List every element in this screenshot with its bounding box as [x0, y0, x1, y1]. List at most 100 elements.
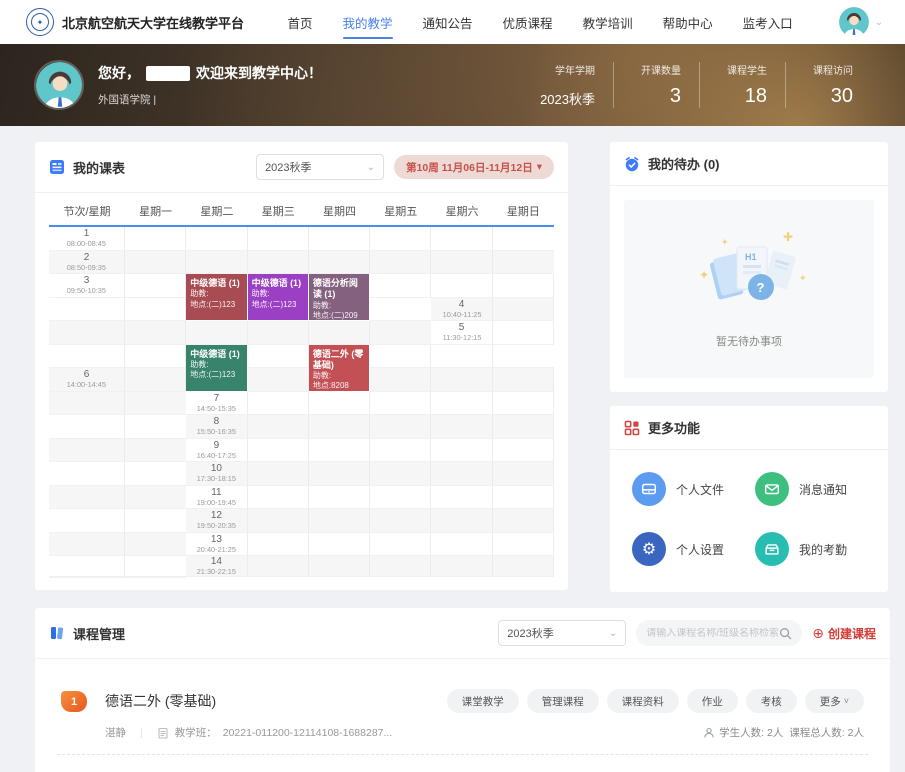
course-row: 1 德语二外 (零基础) 课堂教学 管理课程 课程资料 作业 考核 更多 ˅: [57, 667, 868, 754]
timetable-cell: [248, 533, 309, 557]
timetable-cell: [49, 392, 125, 416]
timetable-course-block[interactable]: 中级德语 (1)助教:地点:(二)123: [186, 274, 246, 320]
class-code: 20221-011200-12114108-1688287...: [223, 727, 393, 739]
timetable-slot-label: 511:30-12:15: [431, 321, 492, 345]
timetable-slot-label: 309:50-10:35: [49, 274, 125, 298]
timetable-cell: [309, 227, 370, 251]
timetable-cell: [431, 533, 492, 557]
timetable-cell: [309, 533, 370, 557]
students-count: 学生人数: 2人: [703, 725, 783, 740]
timetable-cell: [248, 462, 309, 486]
timetable-cell: [370, 439, 431, 463]
action-assessment-button[interactable]: 考核: [746, 689, 797, 713]
nav-item-home[interactable]: 首页: [288, 0, 313, 45]
timetable-course-block[interactable]: 中级德语 (1)助教:地点:(二)123: [248, 274, 308, 320]
banner-stats: 学年学期 2023秋季 开课数量 3 课程学生 18 课程访问 30: [522, 62, 871, 108]
more-item-personal-files[interactable]: 个人文件: [632, 472, 755, 506]
timetable-course-block[interactable]: 中级德语 (1)助教:地点:(二)123: [186, 345, 246, 391]
timetable-cell: [49, 439, 125, 463]
todo-empty-state: H1 ? ✦ ✦ ✚ ✦ 暂无待办事项: [624, 200, 874, 378]
course-row: 2 德语分析阅读 (1) 课堂教学 管理课程 课程资料 作业 考核 更多 ˅: [57, 754, 868, 772]
timetable-cell: [49, 577, 125, 578]
action-manage-course-button[interactable]: 管理课程: [527, 689, 599, 713]
avatar-caret-icon[interactable]: ⌄: [875, 17, 883, 28]
nav-item-proctor-entry[interactable]: 监考入口: [743, 0, 793, 45]
search-icon[interactable]: [779, 627, 792, 640]
more-functions-title: 更多功能: [648, 418, 700, 437]
nav-item-my-teaching[interactable]: 我的教学: [343, 0, 393, 45]
nav-item-quality-courses[interactable]: 优质课程: [503, 0, 553, 45]
timetable-cell: [125, 345, 186, 369]
caret-down-icon: ▾: [537, 161, 542, 173]
timetable-slot-label: 916:40-17:25: [186, 439, 247, 463]
course-actions: 课堂教学 管理课程 课程资料 作业 考核 更多 ˅: [447, 689, 864, 713]
redacted-username: [146, 66, 190, 81]
timetable-cell: [431, 345, 492, 369]
course-title[interactable]: 德语二外 (零基础): [105, 691, 216, 711]
timetable-cell: [370, 462, 431, 486]
svg-text:✦: ✦: [699, 268, 709, 282]
timetable-cell: [125, 439, 186, 463]
course-management-title: 课程管理: [73, 624, 125, 643]
nav-item-help-center[interactable]: 帮助中心: [663, 0, 713, 45]
action-homework-button[interactable]: 作业: [687, 689, 738, 713]
todo-title: 我的待办 (0): [648, 154, 720, 173]
timetable-col-header: 节次/星期: [49, 197, 125, 227]
timetable-cell: [493, 227, 554, 251]
nav-item-training[interactable]: 教学培训: [583, 0, 633, 45]
total-count: 课程总人数: 2人: [789, 725, 864, 740]
alarm-check-icon: [624, 156, 640, 172]
gear-icon: ⚙: [632, 532, 666, 566]
more-item-personal-settings[interactable]: ⚙ 个人设置: [632, 532, 755, 566]
banner-avatar: [34, 60, 84, 110]
timetable-cell: [493, 392, 554, 416]
timetable-cell: [309, 321, 370, 345]
divider: |: [140, 727, 143, 739]
user-avatar[interactable]: [839, 7, 869, 37]
timetable-cell: [493, 274, 554, 298]
timetable-cell: [186, 227, 247, 251]
grid-icon: [624, 420, 640, 436]
course-index-badge: 1: [61, 691, 87, 712]
timetable-cell: [370, 415, 431, 439]
term-select[interactable]: 2023秋季 ⌄: [256, 154, 384, 180]
nav-menu: 首页 我的教学 通知公告 优质课程 教学培训 帮助中心 监考入口: [288, 0, 793, 45]
todo-header: 我的待办 (0): [610, 142, 888, 186]
more-item-notifications[interactable]: 消息通知: [755, 472, 878, 506]
course-search[interactable]: [636, 620, 802, 646]
timetable-cell: [431, 227, 492, 251]
timetable-cell: [248, 321, 309, 345]
timetable-cell: [370, 227, 431, 251]
week-range-pill[interactable]: 第10周 11月06日-11月12日 ▾: [394, 155, 554, 179]
more-functions-grid: 个人文件 消息通知 ⚙ 个人设置 我的考勤: [610, 450, 888, 592]
timetable-cell: [248, 556, 309, 577]
timetable-course-block[interactable]: 德语分析阅读 (1)助教:地点:(二)209: [309, 274, 369, 320]
timetable-cell: [125, 556, 186, 577]
timetable-cell: [370, 486, 431, 510]
timetable-slot-label: 1421:30-22:15: [186, 556, 247, 577]
create-course-button[interactable]: ⊕ 创建课程: [812, 625, 876, 642]
timetable-course-block[interactable]: 德语二外 (零基础)助教:地点:8208: [309, 345, 369, 391]
timetable-cell: [493, 462, 554, 486]
timetable-slot-label: 1119:00-19:45: [186, 486, 247, 510]
file-drawer-icon: [632, 472, 666, 506]
stat-term: 学年学期 2023秋季: [522, 62, 613, 108]
timetable-cell: [125, 577, 186, 578]
timetable-cell: [125, 415, 186, 439]
action-classroom-teaching-button[interactable]: 课堂教学: [447, 689, 519, 713]
todo-empty-text: 暂无待办事项: [716, 333, 782, 349]
action-more-button[interactable]: 更多 ˅: [805, 689, 864, 713]
timetable-cell: [49, 345, 125, 369]
more-item-my-attendance[interactable]: 我的考勤: [755, 532, 878, 566]
course-term-select[interactable]: 2023秋季 ⌄: [498, 620, 626, 646]
action-course-materials-button[interactable]: 课程资料: [607, 689, 679, 713]
banner-texts: 您好， 欢迎来到教学中心！ 外国语学院 |: [98, 63, 322, 107]
attendance-box-icon: [755, 532, 789, 566]
timetable-cell: [49, 533, 125, 557]
course-teacher: 湛静: [105, 725, 126, 740]
nav-item-notices[interactable]: 通知公告: [423, 0, 473, 45]
timetable-cell: [309, 462, 370, 486]
timetable-cell: [248, 509, 309, 533]
brand: ✦ 北京航空航天大学在线教学平台: [26, 8, 244, 36]
course-search-input[interactable]: [646, 628, 779, 639]
